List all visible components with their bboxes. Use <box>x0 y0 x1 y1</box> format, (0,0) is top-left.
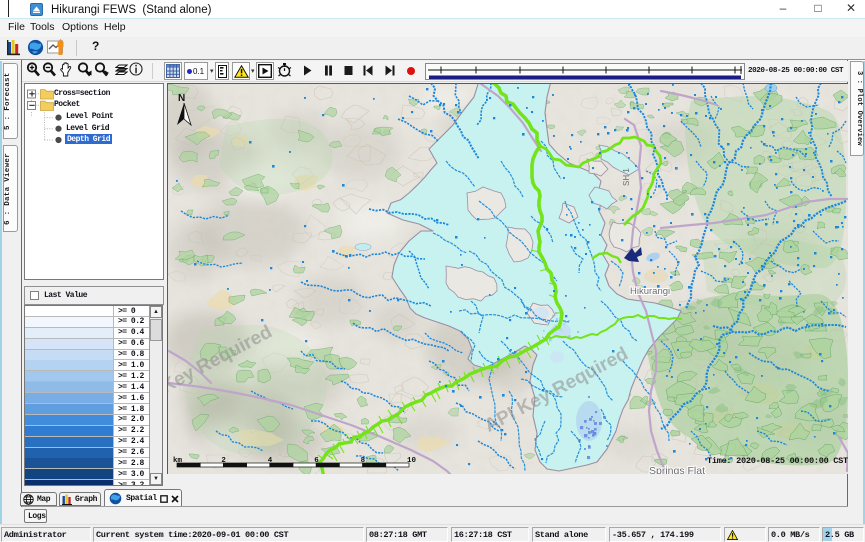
svg-text:N: N <box>178 93 185 104</box>
svg-text:SH 1: SH 1 <box>622 168 631 186</box>
svg-text:Time: 2020-08-25 00:00:00 CST: Time: 2020-08-25 00:00:00 CST <box>707 456 848 466</box>
svg-text:Hikurangi: Hikurangi <box>630 286 670 297</box>
svg-text:Springs Flat: Springs Flat <box>649 465 705 474</box>
